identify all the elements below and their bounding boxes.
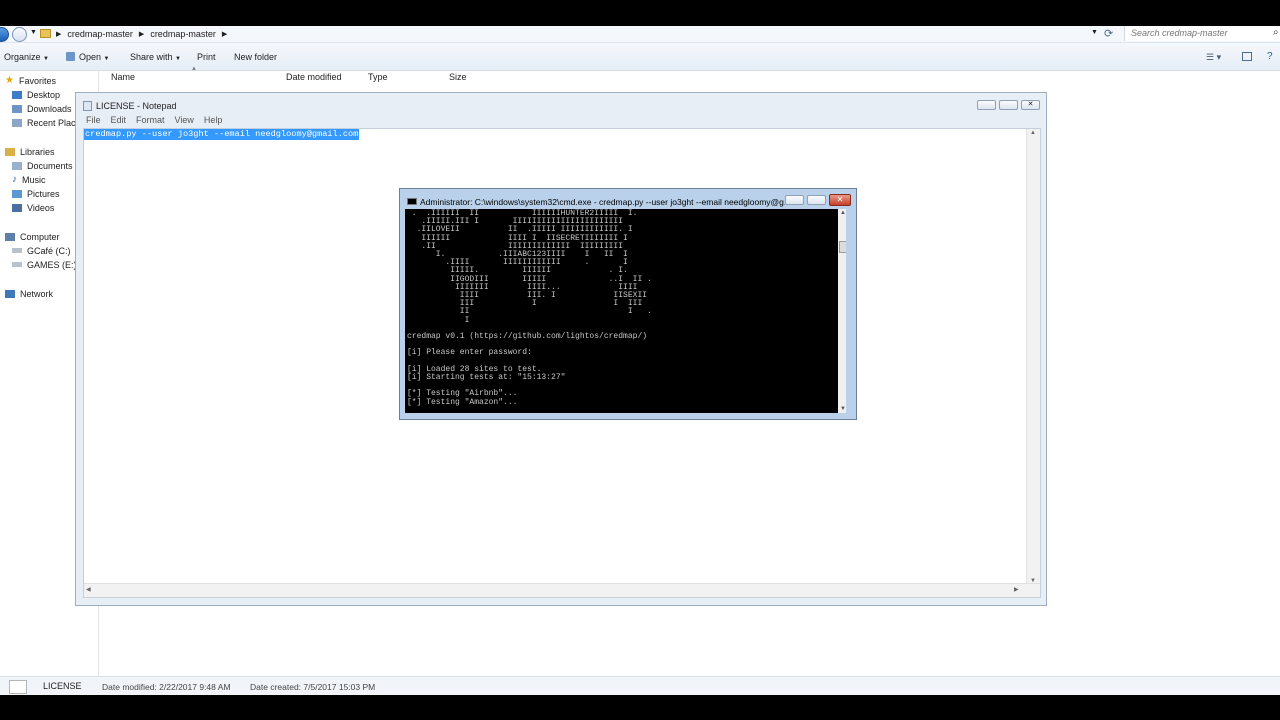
music-icon: ♪ [12,174,17,185]
sidebar-item-libraries[interactable]: Libraries [5,145,55,158]
column-size[interactable]: Size [449,72,467,82]
chevron-down-icon: ▼ [175,56,181,62]
videos-icon [12,203,22,212]
details-pane: LICENSE Date modified: 2/22/2017 9:48 AM… [0,676,1280,695]
vertical-scrollbar[interactable]: ▲ ▼ [838,209,846,413]
menu-view[interactable]: View [175,115,194,127]
horizontal-scrollbar[interactable]: ◀ ▶ [84,583,1040,597]
menu-help[interactable]: Help [204,115,223,127]
maximize-button[interactable] [999,100,1018,110]
cmd-icon [407,198,417,205]
refresh-icon[interactable]: ⟳ [1104,27,1113,40]
menu-file[interactable]: File [86,115,101,127]
file-icon [9,680,27,694]
help-icon[interactable]: ? [1267,51,1273,62]
column-date-modified[interactable]: Date modified [286,72,342,82]
preview-pane-icon[interactable] [1242,52,1252,61]
scroll-up-icon[interactable]: ▲ [840,210,846,216]
sidebar-item-drive-c[interactable]: GCafé (C:) [12,244,71,257]
column-name[interactable]: Name [111,72,135,82]
address-bar: ▼ ▶ credmap-master ▶ credmap-master ▶ ▼ … [0,26,1280,43]
notepad-title: LICENSE - Notepad [96,101,177,111]
sidebar-item-network[interactable]: Network [5,287,53,300]
network-icon [5,289,15,298]
search-icon[interactable]: ⌕ [1273,27,1279,38]
column-type[interactable]: Type [368,72,388,82]
sidebar-item-drive-e[interactable]: GAMES (E:) [12,258,77,271]
scroll-down-icon[interactable]: ▼ [840,406,846,412]
open-menu[interactable]: Open ▼ [79,52,110,62]
chevron-down-icon: ▼ [103,56,110,62]
scroll-up-icon[interactable]: ▲ [1030,130,1036,136]
menu-format[interactable]: Format [136,115,165,127]
maximize-button[interactable] [807,195,826,205]
breadcrumb: ▶ credmap-master ▶ credmap-master ▶ [56,26,227,42]
scroll-thumb[interactable] [839,241,846,253]
computer-icon [5,232,15,241]
sidebar-item-favorites[interactable]: ★ Favorites [5,74,56,87]
sidebar-item-pictures[interactable]: Pictures [12,187,60,200]
chevron-down-icon: ▼ [43,56,49,62]
forward-button[interactable] [12,27,27,42]
desktop-icon [12,90,22,99]
sidebar-item-desktop[interactable]: Desktop [12,88,60,101]
sort-up-icon: ▲ [191,66,197,72]
libraries-icon [5,147,15,156]
folder-icon [40,29,51,38]
date-modified-info: Date modified: 2/22/2017 9:48 AM [102,682,231,692]
recent-places-icon [12,118,22,127]
sidebar-item-downloads[interactable]: Downloads [12,102,72,115]
menu-edit[interactable]: Edit [111,115,127,127]
minimize-button[interactable] [977,100,996,110]
view-options-icon[interactable]: ☰ ▾ [1206,52,1221,63]
chevron-right-icon[interactable]: ▶ [56,30,61,38]
console-text: . .IIIIII II IIIIIIHUNTER2IIIII I. .IIII… [407,209,652,407]
close-button[interactable]: ✕ [829,194,851,206]
breadcrumb-item[interactable]: credmap-master [150,29,216,39]
share-with-menu[interactable]: Share with ▼ [130,52,181,62]
new-folder-button[interactable]: New folder [234,52,277,62]
search-box[interactable]: ⌕ [1124,26,1280,41]
close-button[interactable]: ✕ [1021,100,1040,110]
pictures-icon [12,189,22,198]
chevron-right-icon[interactable]: ▶ [222,30,227,38]
star-icon: ★ [5,75,14,86]
downloads-icon [12,104,22,113]
minimize-button[interactable] [785,195,804,205]
sidebar-item-videos[interactable]: Videos [12,201,54,214]
command-prompt-window: Administrator: C:\windows\system32\cmd.e… [399,188,857,420]
organize-menu[interactable]: Organize ▼ [4,52,49,62]
column-headers: Name ▲ Date modified Type Size [99,66,1280,86]
vertical-scrollbar[interactable]: ▲ ▼ [1026,129,1040,585]
selected-text[interactable]: credmap.py --user jo3ght --email needglo… [84,129,360,140]
selected-file-name: LICENSE [43,681,82,691]
cmd-title: Administrator: C:\windows\system32\cmd.e… [420,197,785,207]
notepad-icon [83,101,92,111]
console-output[interactable]: . .IIIIII II IIIIIIHUNTER2IIIII I. .IIII… [405,209,846,413]
date-created-info: Date created: 7/5/2017 15:03 PM [250,682,376,692]
print-button[interactable]: Print [197,52,216,62]
open-icon [66,52,75,61]
scroll-left-icon[interactable]: ◀ [86,586,91,593]
chevron-right-icon[interactable]: ▶ [139,30,144,38]
back-button[interactable] [0,27,9,42]
documents-icon [12,161,22,170]
scroll-right-icon[interactable]: ▶ [1014,586,1019,593]
drive-icon [12,248,22,253]
search-input[interactable] [1129,27,1273,39]
sidebar-item-documents[interactable]: Documents [12,159,73,172]
notepad-menubar: File Edit Format View Help [81,115,222,127]
recent-pages-dropdown-icon[interactable]: ▼ [30,29,37,36]
sidebar-item-music[interactable]: ♪ Music [12,173,46,186]
breadcrumb-item[interactable]: credmap-master [67,29,133,39]
address-dropdown-icon[interactable]: ▼ [1091,29,1098,36]
drive-icon [12,262,22,267]
sidebar-item-computer[interactable]: Computer [5,230,60,243]
